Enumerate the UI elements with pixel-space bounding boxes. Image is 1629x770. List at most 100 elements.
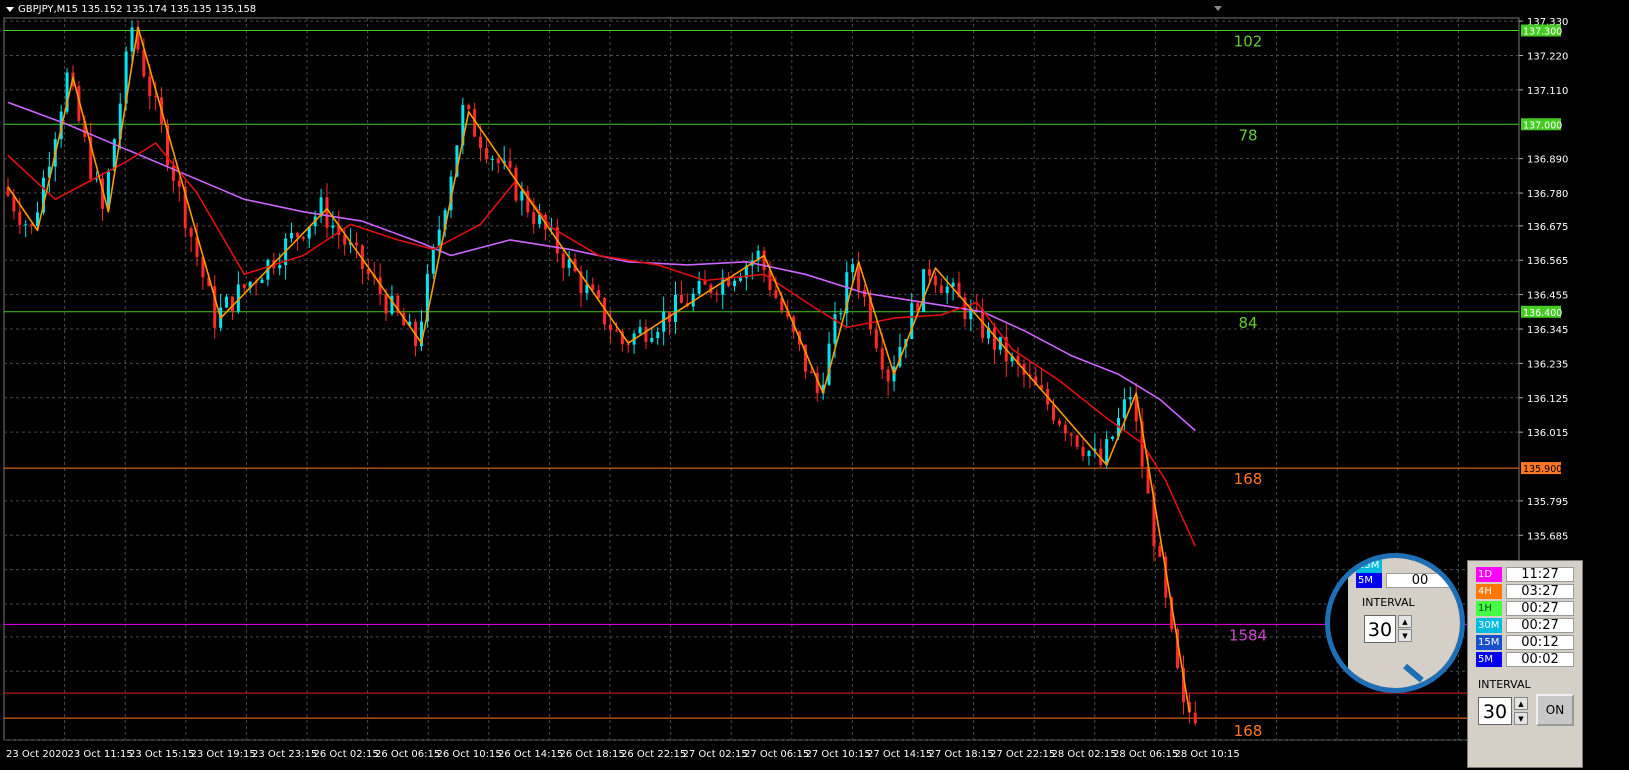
time-axis-label: 26 Oct 22:15	[621, 749, 686, 760]
time-axis-label: 23 Oct 23:15	[252, 749, 317, 760]
tf-countdown: 00:02	[1506, 652, 1574, 667]
time-axis-label: 27 Oct 02:15	[683, 749, 748, 760]
candle-body-bull	[331, 225, 335, 228]
candle-body-bear	[484, 147, 488, 160]
tf-badge: 5M	[1476, 652, 1502, 667]
candle-body-bear	[609, 324, 612, 331]
interval-input[interactable]: 30	[1478, 697, 1512, 725]
price-axis-label: 136.565	[1527, 256, 1568, 267]
candle-body-bear	[496, 158, 500, 164]
candle-body-bull	[24, 224, 28, 226]
candle-body-bear	[886, 369, 890, 382]
candle-body-bear	[1193, 712, 1197, 724]
level-touch-count: 168	[1234, 722, 1263, 740]
time-axis-label: 28 Oct 10:15	[1175, 749, 1240, 760]
candle-body-bear	[1158, 546, 1162, 557]
candle-body-bear	[508, 160, 512, 168]
time-axis-label: 26 Oct 14:15	[498, 749, 563, 760]
level-touch-count: 78	[1238, 126, 1257, 144]
level-price-label: 136.400	[1523, 308, 1562, 319]
candle-body-bear	[189, 228, 193, 237]
price-axis-label: 137.220	[1527, 52, 1568, 63]
magnifier-interval-label: INTERVAL	[1362, 596, 1415, 609]
candle-body-bull	[922, 269, 926, 312]
magnifier-row-5m: 5M 00	[1356, 573, 1456, 589]
tf-time: 00	[1386, 573, 1454, 588]
timer-row-5m: 5M 00:02	[1476, 652, 1576, 668]
candle-body-bear	[880, 348, 884, 370]
candle-body-bull	[260, 279, 264, 284]
timer-row-1d: 1D 11:27	[1476, 567, 1576, 583]
candle-body-bear	[774, 289, 778, 298]
candle-body-bear	[1081, 446, 1085, 456]
candle-body-bull	[1111, 436, 1115, 440]
candle-body-bear	[1069, 433, 1073, 436]
tf-badge: 4H	[1476, 584, 1502, 599]
candle-body-bull	[839, 313, 843, 315]
price-axis-label: 136.345	[1527, 325, 1568, 336]
candle-body-bear	[177, 180, 181, 187]
tf-badge: 15M	[1356, 558, 1382, 573]
chart-shift-icon[interactable]	[1214, 6, 1222, 11]
candle-body-bear	[975, 308, 979, 310]
tf-countdown: 00:12	[1506, 635, 1574, 650]
candle-body-bear	[479, 136, 483, 148]
price-axis-label: 136.125	[1527, 394, 1568, 405]
candle-body-bull	[650, 337, 654, 342]
price-axis-label: 135.685	[1527, 531, 1568, 542]
candle-body-bear	[1057, 420, 1061, 425]
spin-up-icon: ▲	[1398, 615, 1412, 628]
magnifier-row-15m: 15M	[1356, 558, 1456, 574]
candle-body-bear	[703, 280, 707, 285]
time-axis-label: 23 Oct 19:15	[191, 749, 256, 760]
on-button[interactable]: ON	[1536, 694, 1574, 726]
candle-body-bear	[992, 327, 996, 350]
candle-body-bear	[532, 212, 536, 225]
candle-body-bear	[148, 76, 152, 97]
tf-countdown: 00:27	[1506, 618, 1574, 633]
candle-body-bull	[910, 303, 914, 340]
price-axis-label: 137.110	[1527, 86, 1568, 97]
time-axis-label: 26 Oct 06:15	[375, 749, 440, 760]
candle-body-bear	[679, 294, 683, 304]
candle-body-bull	[290, 232, 294, 239]
candle-body-bull	[697, 280, 701, 294]
candle-body-bull	[945, 286, 949, 294]
candle-body-bear	[614, 330, 618, 332]
time-axis-label: 27 Oct 10:15	[806, 749, 871, 760]
candle-body-bull	[738, 277, 742, 281]
candle-timer-panel: 1D 11:27 4H 03:27 1H 00:27 30M 00:27 15M 00:12 5M 0…	[1467, 560, 1583, 768]
candle-body-bear	[154, 96, 158, 98]
level-price-label: 137.000	[1523, 120, 1562, 131]
time-axis-label: 28 Oct 06:15	[1113, 749, 1178, 760]
spin-down-button[interactable]: ▼	[1514, 712, 1528, 725]
candle-body-bear	[874, 329, 878, 349]
candle-body-bear	[242, 284, 246, 288]
collapse-triangle-icon[interactable]	[6, 6, 14, 12]
time-axis-label: 27 Oct 18:15	[929, 749, 994, 760]
symbol-info: GBPJPY,M15 135.152 135.174 135.135 135.1…	[18, 4, 257, 15]
candle-body-bull	[520, 191, 524, 201]
candle-body-bull	[437, 229, 441, 248]
price-axis-label: 136.455	[1527, 291, 1568, 302]
candle-body-bull	[733, 280, 737, 287]
level-price-label: 135.900	[1523, 464, 1562, 475]
timer-row-15m: 15M 00:12	[1476, 635, 1576, 651]
candle-body-bear	[355, 242, 359, 246]
time-axis-label: 26 Oct 18:15	[560, 749, 625, 760]
price-axis-label: 136.015	[1527, 428, 1568, 439]
candle-body-bear	[301, 236, 305, 239]
spin-down-icon: ▼	[1398, 629, 1412, 642]
candle-body-bear	[295, 232, 299, 237]
spin-up-button[interactable]: ▲	[1514, 697, 1528, 710]
tf-badge: 15M	[1476, 635, 1502, 650]
magnifier-interval-value: 30	[1364, 615, 1396, 643]
time-axis-label: 26 Oct 02:15	[314, 749, 379, 760]
time-axis-label: 28 Oct 02:15	[1052, 749, 1117, 760]
candle-body-bull	[638, 327, 642, 334]
tf-badge: 1H	[1476, 601, 1502, 616]
level-touch-count: 1584	[1229, 626, 1267, 644]
tf-badge: 30M	[1476, 618, 1502, 633]
candle-body-bear	[715, 293, 719, 295]
time-axis-label: 26 Oct 10:15	[437, 749, 502, 760]
